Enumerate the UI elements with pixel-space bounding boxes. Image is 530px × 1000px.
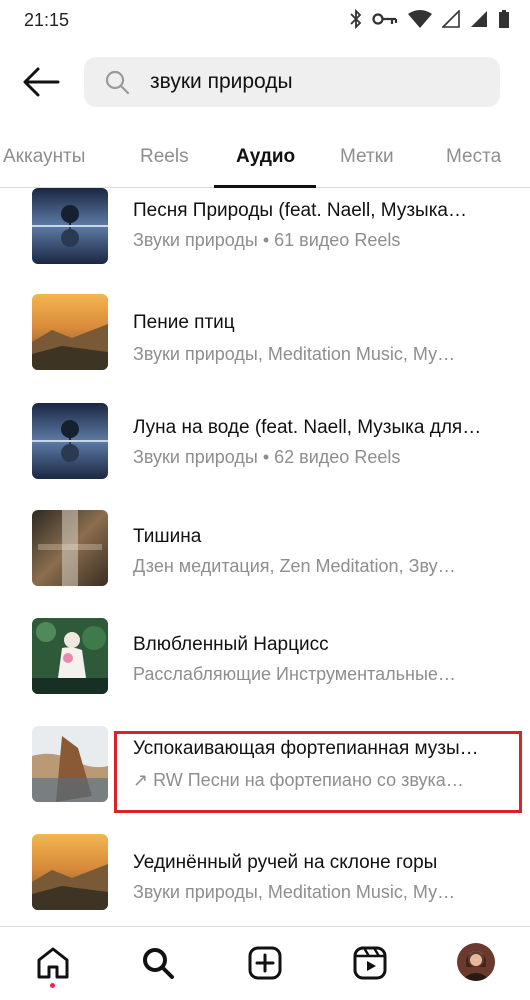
active-indicator-dot <box>50 983 55 988</box>
audio-cover <box>32 726 108 802</box>
nav-add-button[interactable] <box>245 943 285 983</box>
audio-title: Влюбленный Нарцисс <box>133 634 329 655</box>
signal-icon <box>470 10 488 33</box>
no-sim-icon <box>441 9 460 33</box>
search-icon <box>104 69 130 100</box>
audio-item[interactable]: Луна на воде (feat. Naell, Музыка для… З… <box>0 403 530 511</box>
audio-title: Луна на воде (feat. Naell, Музыка для… <box>133 417 482 438</box>
audio-title: Песня Природы (feat. Naell, Музыка… <box>133 200 467 221</box>
audio-cover <box>32 403 108 479</box>
audio-cover <box>32 834 108 910</box>
audio-title: Пение птиц <box>133 312 235 333</box>
audio-subtitle: Расслабляющие Инструментальные… <box>133 664 456 684</box>
battery-icon <box>498 9 510 34</box>
audio-title: Тишина <box>133 526 202 547</box>
tab-tags[interactable]: Метки <box>340 146 394 168</box>
arrow-left-icon <box>23 67 60 97</box>
audio-cover <box>32 510 108 586</box>
status-icons <box>350 8 510 34</box>
tab-places[interactable]: Места <box>446 146 501 168</box>
add-icon <box>248 946 282 980</box>
profile-avatar[interactable] <box>457 943 495 981</box>
audio-item[interactable]: Влюбленный Нарцисс Расслабляющие Инструм… <box>0 618 530 726</box>
nav-search-button[interactable] <box>138 943 178 983</box>
search-header <box>0 52 530 112</box>
reels-icon <box>353 946 387 980</box>
search-input[interactable] <box>150 65 480 99</box>
audio-subtitle: Дзен медитация, Zen Meditation, Зву… <box>133 556 456 576</box>
tab-audio[interactable]: Аудио <box>236 146 295 168</box>
audio-item[interactable]: Песня Природы (feat. Naell, Музыка… Звук… <box>0 188 530 296</box>
back-button[interactable] <box>20 62 62 102</box>
nav-reels-button[interactable] <box>350 943 390 983</box>
wifi-icon <box>408 10 432 33</box>
audio-subtitle: Звуки природы • 62 видео Reels <box>133 447 401 467</box>
tab-reels[interactable]: Reels <box>140 146 189 168</box>
status-bar: 21:15 <box>0 0 530 40</box>
highlight-frame <box>114 731 522 813</box>
bottom-navigation <box>0 926 530 1000</box>
nav-home-button[interactable] <box>33 943 73 983</box>
home-icon <box>37 947 69 979</box>
audio-cover <box>32 294 108 370</box>
tab-accounts[interactable]: Аккаунты <box>3 146 85 168</box>
search-box[interactable] <box>84 57 500 107</box>
key-icon <box>372 12 398 31</box>
audio-subtitle: Звуки природы • 61 видео Reels <box>133 230 401 250</box>
audio-title: Уединённый ручей на склоне горы <box>133 852 438 873</box>
audio-item[interactable]: Пение птиц Звуки природы, Meditation Mus… <box>0 294 530 402</box>
audio-cover <box>32 618 108 694</box>
audio-subtitle: Звуки природы, Meditation Music, Му… <box>133 344 456 364</box>
search-icon <box>143 948 174 979</box>
audio-subtitle: Звуки природы, Meditation Music, Му… <box>133 882 456 902</box>
audio-cover <box>32 188 108 264</box>
status-time: 21:15 <box>24 10 70 30</box>
audio-item[interactable]: Тишина Дзен медитация, Zen Meditation, З… <box>0 510 530 618</box>
search-tabs: Аккаунты Reels Аудио Метки Места <box>0 134 530 188</box>
bluetooth-icon <box>350 8 362 34</box>
